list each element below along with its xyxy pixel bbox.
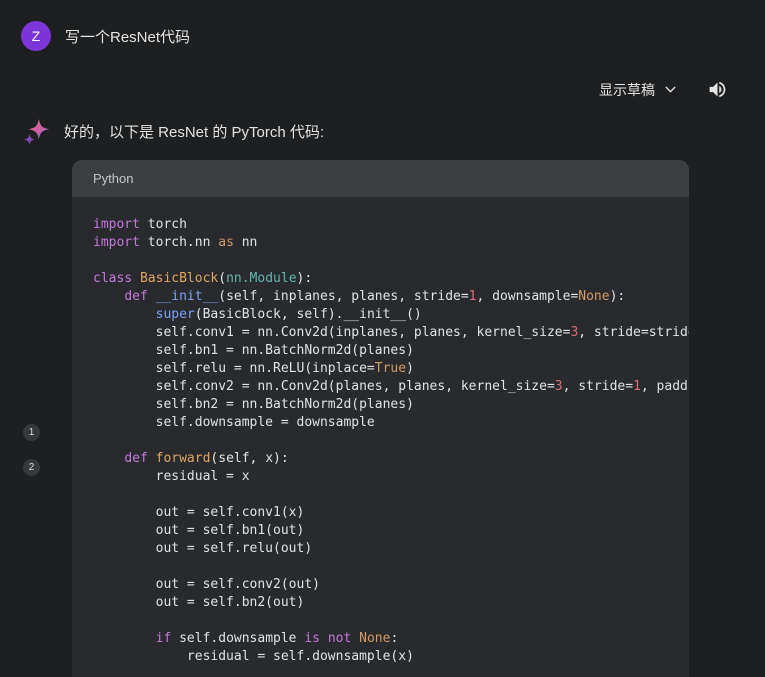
code-line: self.conv1 = nn.Conv2d(inplanes, planes,… xyxy=(93,324,689,342)
code-content: import torchimport torch.nn as nn class … xyxy=(72,197,689,677)
show-drafts-label: 显示草稿 xyxy=(599,80,655,100)
code-line: self.bn2 = nn.BatchNorm2d(planes) xyxy=(93,396,689,414)
code-line: def __init__(self, inplanes, planes, str… xyxy=(93,288,689,306)
code-language-label: Python xyxy=(93,171,133,186)
code-line xyxy=(93,486,689,504)
code-line: residual = self.downsample(x) xyxy=(93,648,689,666)
chevron-down-icon xyxy=(662,81,679,98)
user-message-text: 写一个ResNet代码 xyxy=(65,26,190,47)
code-line xyxy=(93,612,689,630)
code-line: self.relu = nn.ReLU(inplace=True) xyxy=(93,360,689,378)
code-line: super(BasicBlock, self).__init__() xyxy=(93,306,689,324)
code-line: if self.downsample is not None: xyxy=(93,630,689,648)
user-message-row: Z 写一个ResNet代码 xyxy=(0,0,765,51)
code-block: Python import torchimport torch.nn as nn… xyxy=(72,160,689,677)
assistant-response-row: 好的，以下是 ResNet 的 PyTorch 代码: Python impor… xyxy=(0,100,765,677)
assistant-response-content: 好的，以下是 ResNet 的 PyTorch 代码: Python impor… xyxy=(64,116,765,677)
gemini-sparkle-icon xyxy=(22,116,52,152)
annotation-marker-1: 1 xyxy=(23,424,40,441)
code-line: self.bn1 = nn.BatchNorm2d(planes) xyxy=(93,342,689,360)
annotation-marker-2: 2 xyxy=(23,459,40,476)
code-line: out = self.relu(out) xyxy=(93,540,689,558)
show-drafts-button[interactable]: 显示草稿 xyxy=(599,80,679,100)
code-line: out = self.bn2(out) xyxy=(93,594,689,612)
code-line: self.downsample = downsample xyxy=(93,414,689,432)
code-line: import torch xyxy=(93,216,689,234)
code-line xyxy=(93,558,689,576)
code-line xyxy=(93,252,689,270)
volume-up-icon xyxy=(707,79,728,100)
code-line: out = self.conv2(out) xyxy=(93,576,689,594)
code-line: residual = x xyxy=(93,468,689,486)
response-controls-row: 显示草稿 xyxy=(0,51,765,100)
code-line: class BasicBlock(nn.Module): xyxy=(93,270,689,288)
user-avatar: Z xyxy=(21,21,51,51)
assistant-intro-text: 好的，以下是 ResNet 的 PyTorch 代码: xyxy=(64,123,765,143)
code-line: import torch.nn as nn xyxy=(93,234,689,252)
gemini-chat-page: { "conversation": { "user_message": "写一个… xyxy=(0,0,765,674)
code-line: self.conv2 = nn.Conv2d(planes, planes, k… xyxy=(93,378,689,396)
code-line: out = self.conv1(x) xyxy=(93,504,689,522)
code-block-header: Python xyxy=(72,160,689,197)
speaker-button[interactable] xyxy=(707,79,728,100)
code-line: def forward(self, x): xyxy=(93,450,689,468)
code-line: out = self.bn1(out) xyxy=(93,522,689,540)
code-line xyxy=(93,432,689,450)
